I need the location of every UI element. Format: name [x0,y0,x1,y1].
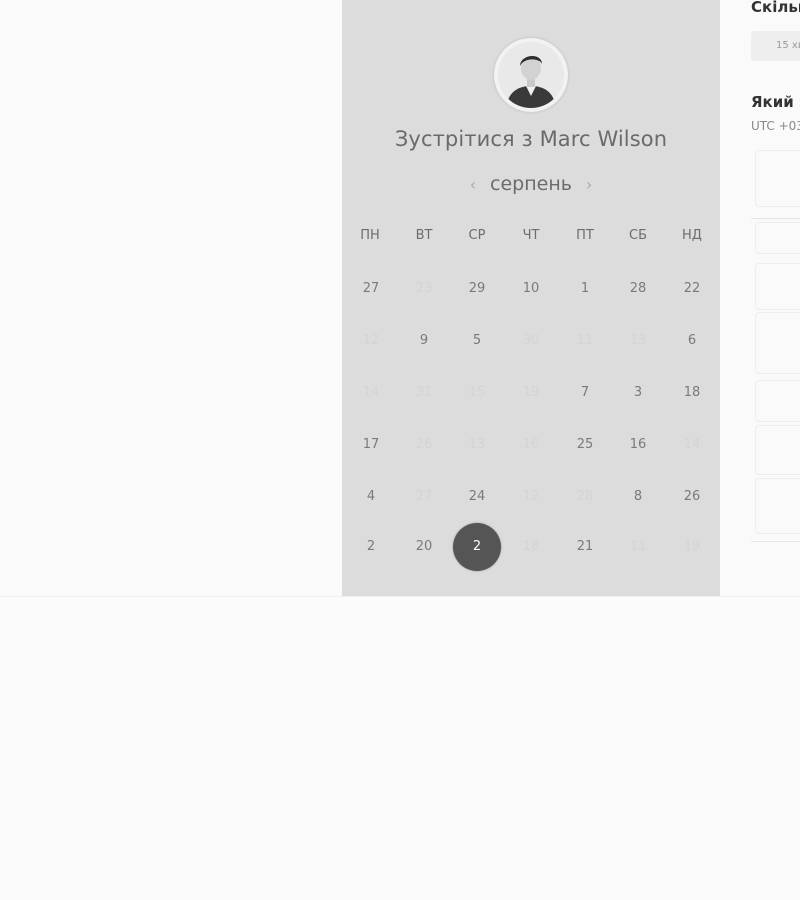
calendar-day: 14 [362,385,380,400]
calendar-day[interactable]: 5 [453,317,501,365]
calendar-day: 14 [683,437,701,452]
calendar-day[interactable]: 20 [400,523,448,571]
time-slot[interactable] [755,312,800,374]
calendar-day[interactable]: 6 [668,317,716,365]
calendar-day: 18 [522,539,540,554]
calendar-day: 12 [362,333,380,348]
calendar-day: 16 [522,437,540,452]
calendar-day: 11 [629,539,647,554]
calendar-day: 12 [522,489,540,504]
calendar-day[interactable]: 26 [668,473,716,521]
calendar-day[interactable]: 24 [453,473,501,521]
time-question: Який ч [751,93,800,111]
time-slot[interactable] [755,150,800,207]
calendar-day[interactable]: 17 [347,421,395,469]
time-slot[interactable] [755,478,800,534]
calendar-day-grid: 27 23 29 10 1 28 22 12 9 5 30 11 13 6 14 31 15 19 7 3 18 17 26… [342,0,720,596]
calendar-day[interactable]: 9 [400,317,448,365]
selected-calendar-day[interactable]: 2 [453,523,501,571]
calendar-day[interactable]: 4 [347,473,395,521]
calendar-day: 11 [576,333,594,348]
calendar-day[interactable]: 1 [561,265,609,313]
duration-option[interactable]: 15 хв [751,31,800,61]
booking-options-column: Скільк 15 хв Який ч UTC +03 [720,0,800,596]
calendar-day: 19 [683,539,701,554]
time-slot[interactable] [755,425,800,475]
calendar-day: 19 [522,385,540,400]
calendar-day: 31 [415,385,433,400]
calendar-day: 15 [468,385,486,400]
time-slot[interactable] [755,222,800,254]
calendar-day[interactable]: 3 [614,369,662,417]
calendar-day: 13 [468,437,486,452]
calendar-day[interactable]: 7 [561,369,609,417]
calendar-day: 23 [415,281,433,296]
calendar-day: 26 [415,437,433,452]
calendar-day[interactable]: 25 [561,421,609,469]
time-slot[interactable] [755,263,800,310]
calendar-day: 30 [522,333,540,348]
calendar-day: 28 [576,489,594,504]
calendar-day[interactable]: 21 [561,523,609,571]
calendar-day[interactable]: 18 [668,369,716,417]
calendar-day[interactable]: 8 [614,473,662,521]
calendar-day[interactable]: 28 [614,265,662,313]
slot-divider [751,541,800,542]
calendar-day[interactable]: 10 [507,265,555,313]
calendar-day[interactable]: 2 [347,523,395,571]
slot-divider [751,218,800,219]
calendar-day: 13 [629,333,647,348]
time-slot[interactable] [755,380,800,422]
calendar-day[interactable]: 22 [668,265,716,313]
calendar-day[interactable]: 27 [347,265,395,313]
calendar-day: 27 [415,489,433,504]
calendar-day[interactable]: 16 [614,421,662,469]
duration-question: Скільк [751,0,800,16]
calendar-day[interactable]: 29 [453,265,501,313]
timezone-label[interactable]: UTC +03 [751,119,800,133]
